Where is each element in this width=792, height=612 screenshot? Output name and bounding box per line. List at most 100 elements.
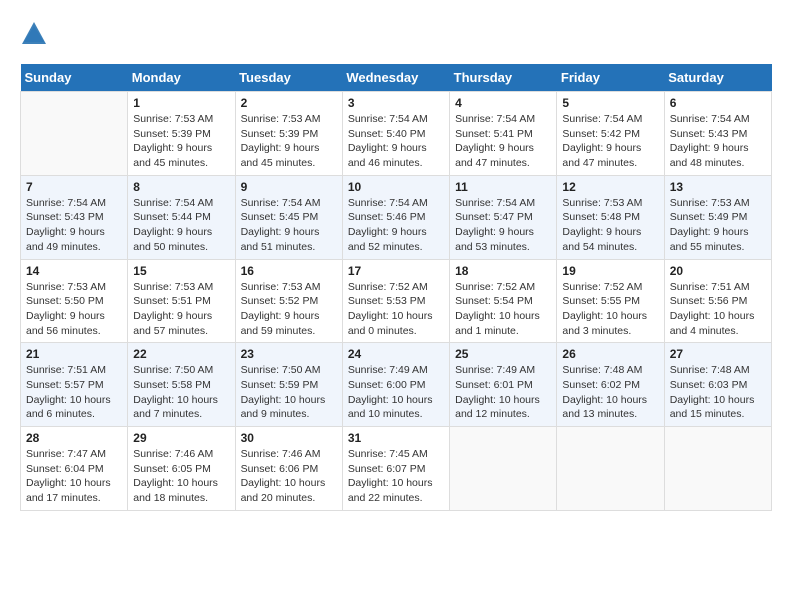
calendar-cell: 14Sunrise: 7:53 AMSunset: 5:50 PMDayligh… [21, 259, 128, 343]
day-number: 28 [26, 431, 122, 445]
day-info: Sunrise: 7:49 AMSunset: 6:01 PMDaylight:… [455, 363, 551, 422]
day-info: Sunrise: 7:49 AMSunset: 6:00 PMDaylight:… [348, 363, 444, 422]
day-number: 9 [241, 180, 337, 194]
calendar-cell: 16 Sunrise: 7:53 AMSunset: 5:52 PMDayligh… [235, 259, 342, 343]
day-number: 1 [133, 96, 229, 110]
calendar-cell: 30 Sunrise: 7:46 AMSunset: 6:06 PMDayligh… [235, 427, 342, 511]
calendar-week-1: 1 Sunrise: 7:53 AMSunset: 5:39 PMDaylight… [21, 92, 772, 176]
day-info: Sunrise: 7:53 AMSunset: 5:52 PMDaylight:… [241, 280, 337, 339]
day-number: 21 [26, 347, 122, 361]
day-info: Sunrise: 7:46 AMSunset: 6:06 PMDaylight:… [241, 447, 337, 506]
day-number: 12 [562, 180, 658, 194]
day-number: 3 [348, 96, 444, 110]
calendar-cell: 9 Sunrise: 7:54 AMSunset: 5:45 PMDaylight… [235, 175, 342, 259]
calendar-cell: 25 Sunrise: 7:49 AMSunset: 6:01 PMDayligh… [450, 343, 557, 427]
day-number: 25 [455, 347, 551, 361]
weekday-saturday: Saturday [664, 64, 771, 92]
calendar-cell: 7Sunrise: 7:54 AMSunset: 5:43 PMDaylight… [21, 175, 128, 259]
weekday-thursday: Thursday [450, 64, 557, 92]
day-number: 4 [455, 96, 551, 110]
day-number: 18 [455, 264, 551, 278]
calendar-cell [450, 427, 557, 511]
day-number: 10 [348, 180, 444, 194]
day-info: Sunrise: 7:51 AMSunset: 5:57 PMDaylight:… [26, 363, 122, 422]
calendar-cell: 8 Sunrise: 7:54 AMSunset: 5:44 PMDaylight… [128, 175, 235, 259]
calendar-cell: 4 Sunrise: 7:54 AMSunset: 5:41 PMDaylight… [450, 92, 557, 176]
day-info: Sunrise: 7:53 AMSunset: 5:48 PMDaylight:… [562, 196, 658, 255]
day-number: 16 [241, 264, 337, 278]
calendar-cell: 20Sunrise: 7:51 AMSunset: 5:56 PMDayligh… [664, 259, 771, 343]
day-info: Sunrise: 7:47 AMSunset: 6:04 PMDaylight:… [26, 447, 122, 506]
calendar-cell: 2 Sunrise: 7:53 AMSunset: 5:39 PMDaylight… [235, 92, 342, 176]
day-number: 29 [133, 431, 229, 445]
day-info: Sunrise: 7:54 AMSunset: 5:40 PMDaylight:… [348, 112, 444, 171]
calendar-cell: 12 Sunrise: 7:53 AMSunset: 5:48 PMDayligh… [557, 175, 664, 259]
day-number: 13 [670, 180, 766, 194]
calendar-table: SundayMondayTuesdayWednesdayThursdayFrid… [20, 64, 772, 511]
calendar-cell: 3 Sunrise: 7:54 AMSunset: 5:40 PMDaylight… [342, 92, 449, 176]
calendar-cell: 24 Sunrise: 7:49 AMSunset: 6:00 PMDayligh… [342, 343, 449, 427]
day-number: 24 [348, 347, 444, 361]
calendar-cell: 27 Sunrise: 7:48 AMSunset: 6:03 PMDayligh… [664, 343, 771, 427]
calendar-cell: 26Sunrise: 7:48 AMSunset: 6:02 PMDayligh… [557, 343, 664, 427]
weekday-tuesday: Tuesday [235, 64, 342, 92]
day-number: 15 [133, 264, 229, 278]
day-info: Sunrise: 7:48 AMSunset: 6:03 PMDaylight:… [670, 363, 766, 422]
day-info: Sunrise: 7:53 AMSunset: 5:39 PMDaylight:… [241, 112, 337, 171]
calendar-cell: 1 Sunrise: 7:53 AMSunset: 5:39 PMDaylight… [128, 92, 235, 176]
calendar-cell [664, 427, 771, 511]
day-info: Sunrise: 7:52 AMSunset: 5:54 PMDaylight:… [455, 280, 551, 339]
calendar-week-2: 7Sunrise: 7:54 AMSunset: 5:43 PMDaylight… [21, 175, 772, 259]
weekday-sunday: Sunday [21, 64, 128, 92]
day-number: 11 [455, 180, 551, 194]
day-number: 27 [670, 347, 766, 361]
day-info: Sunrise: 7:54 AMSunset: 5:43 PMDaylight:… [670, 112, 766, 171]
calendar-cell: 31 Sunrise: 7:45 AMSunset: 6:07 PMDayligh… [342, 427, 449, 511]
day-info: Sunrise: 7:54 AMSunset: 5:42 PMDaylight:… [562, 112, 658, 171]
weekday-monday: Monday [128, 64, 235, 92]
day-number: 6 [670, 96, 766, 110]
calendar-cell: 5 Sunrise: 7:54 AMSunset: 5:42 PMDaylight… [557, 92, 664, 176]
calendar-week-5: 28 Sunrise: 7:47 AMSunset: 6:04 PMDayligh… [21, 427, 772, 511]
weekday-wednesday: Wednesday [342, 64, 449, 92]
day-number: 2 [241, 96, 337, 110]
day-info: Sunrise: 7:46 AMSunset: 6:05 PMDaylight:… [133, 447, 229, 506]
calendar-header: SundayMondayTuesdayWednesdayThursdayFrid… [21, 64, 772, 92]
calendar-cell: 18 Sunrise: 7:52 AMSunset: 5:54 PMDayligh… [450, 259, 557, 343]
calendar-cell: 15Sunrise: 7:53 AMSunset: 5:51 PMDayligh… [128, 259, 235, 343]
calendar-cell: 22Sunrise: 7:50 AMSunset: 5:58 PMDayligh… [128, 343, 235, 427]
calendar-cell: 10 Sunrise: 7:54 AMSunset: 5:46 PMDayligh… [342, 175, 449, 259]
day-info: Sunrise: 7:54 AMSunset: 5:44 PMDaylight:… [133, 196, 229, 255]
calendar-cell: 19Sunrise: 7:52 AMSunset: 5:55 PMDayligh… [557, 259, 664, 343]
day-info: Sunrise: 7:54 AMSunset: 5:45 PMDaylight:… [241, 196, 337, 255]
day-info: Sunrise: 7:53 AMSunset: 5:50 PMDaylight:… [26, 280, 122, 339]
day-info: Sunrise: 7:52 AMSunset: 5:55 PMDaylight:… [562, 280, 658, 339]
day-number: 20 [670, 264, 766, 278]
day-number: 17 [348, 264, 444, 278]
day-number: 5 [562, 96, 658, 110]
day-number: 31 [348, 431, 444, 445]
calendar-week-3: 14Sunrise: 7:53 AMSunset: 5:50 PMDayligh… [21, 259, 772, 343]
logo [20, 20, 52, 48]
day-info: Sunrise: 7:45 AMSunset: 6:07 PMDaylight:… [348, 447, 444, 506]
page-header [20, 20, 772, 48]
day-info: Sunrise: 7:53 AMSunset: 5:39 PMDaylight:… [133, 112, 229, 171]
calendar-cell [557, 427, 664, 511]
calendar-cell: 13Sunrise: 7:53 AMSunset: 5:49 PMDayligh… [664, 175, 771, 259]
calendar-cell: 21 Sunrise: 7:51 AMSunset: 5:57 PMDayligh… [21, 343, 128, 427]
calendar-cell: 23 Sunrise: 7:50 AMSunset: 5:59 PMDayligh… [235, 343, 342, 427]
day-info: Sunrise: 7:52 AMSunset: 5:53 PMDaylight:… [348, 280, 444, 339]
day-info: Sunrise: 7:54 AMSunset: 5:41 PMDaylight:… [455, 112, 551, 171]
day-number: 30 [241, 431, 337, 445]
day-number: 8 [133, 180, 229, 194]
calendar-cell: 29 Sunrise: 7:46 AMSunset: 6:05 PMDayligh… [128, 427, 235, 511]
day-number: 7 [26, 180, 122, 194]
day-info: Sunrise: 7:50 AMSunset: 5:59 PMDaylight:… [241, 363, 337, 422]
calendar-cell: 17 Sunrise: 7:52 AMSunset: 5:53 PMDayligh… [342, 259, 449, 343]
day-info: Sunrise: 7:54 AMSunset: 5:47 PMDaylight:… [455, 196, 551, 255]
day-number: 23 [241, 347, 337, 361]
calendar-cell: 11 Sunrise: 7:54 AMSunset: 5:47 PMDayligh… [450, 175, 557, 259]
day-info: Sunrise: 7:54 AMSunset: 5:46 PMDaylight:… [348, 196, 444, 255]
weekday-header-row: SundayMondayTuesdayWednesdayThursdayFrid… [21, 64, 772, 92]
calendar-cell: 6 Sunrise: 7:54 AMSunset: 5:43 PMDaylight… [664, 92, 771, 176]
